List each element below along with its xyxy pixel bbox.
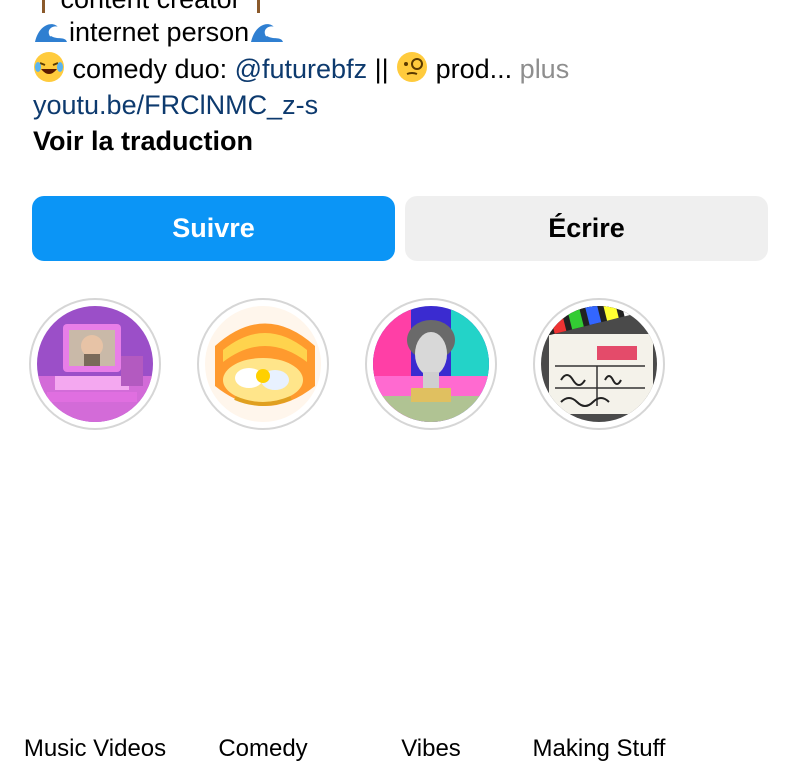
vaporwave-statue-thumbnail [373,306,489,422]
film-clapperboard-thumbnail [541,306,657,422]
highlight-label: Music Videos [23,735,167,762]
bio-line-internet-person: internet person [33,14,285,56]
story-highlight-vibes[interactable]: Vibes [365,298,497,762]
highlight-label: Making Stuff [532,735,666,762]
highlight-label: Comedy [218,735,308,762]
follow-button[interactable]: Suivre [32,196,395,261]
story-highlight-music-videos[interactable]: Music Videos [24,298,166,762]
see-translation-link[interactable]: Voir la traduction [33,123,253,160]
story-highlight-comedy[interactable]: Comedy [197,298,329,762]
message-button[interactable]: Écrire [405,196,768,261]
cartoon-sushi-roll-thumbnail [205,306,321,422]
highlight-label: Vibes [401,735,461,762]
retro-computer-thumbnail [37,306,153,422]
story-highlight-making-stuff[interactable]: Making Stuff [533,298,665,762]
bio-website-link[interactable]: youtu.be/FRClNMC_z-s [33,87,318,124]
see-more-link[interactable]: plus [520,54,570,84]
mention-link[interactable]: @futurebfz [235,54,367,84]
monocle-face-emoji-icon [396,51,428,93]
